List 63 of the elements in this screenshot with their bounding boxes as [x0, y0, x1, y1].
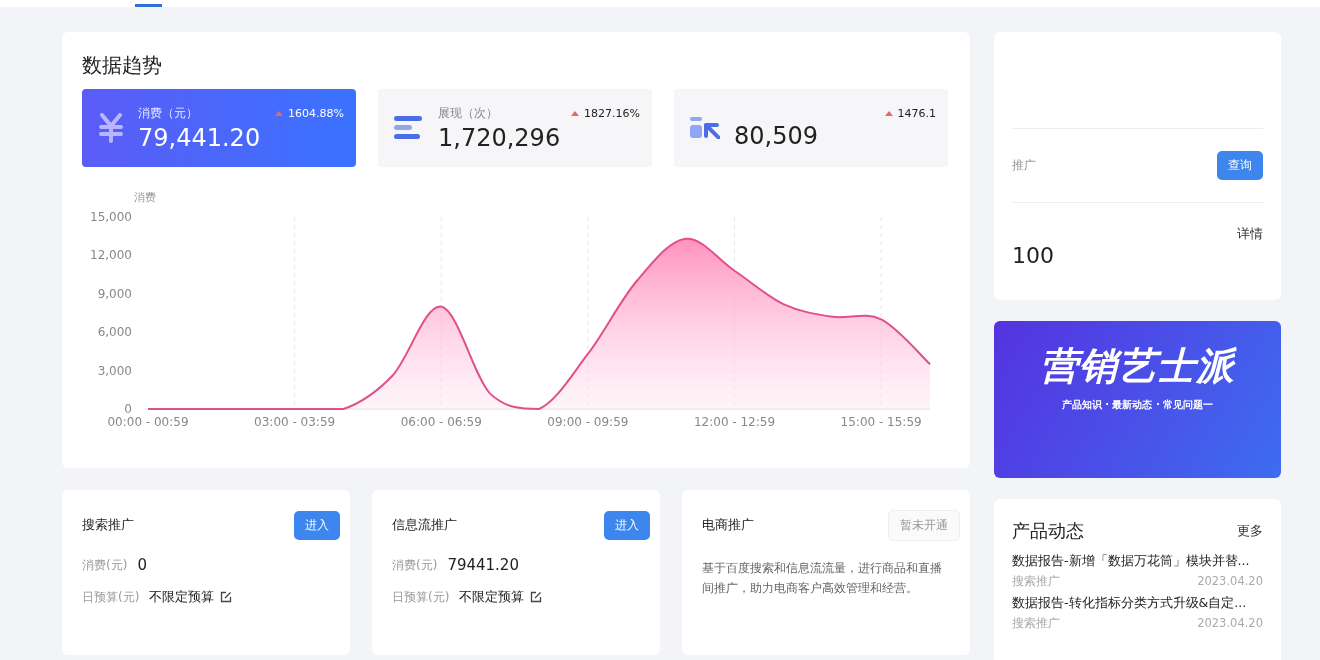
- news-tag: 搜索推广: [1012, 616, 1060, 631]
- enter-button[interactable]: 进入: [294, 510, 340, 540]
- more-link[interactable]: 更多: [1237, 522, 1263, 540]
- cursor-icon: [690, 117, 720, 139]
- up-triangle-icon: [571, 111, 580, 116]
- metric-value: 1,720,296: [438, 123, 561, 152]
- product-title: 搜索推广: [82, 516, 134, 534]
- budget-value: 不限定预算: [149, 588, 215, 606]
- promotion-label: 推广: [1012, 157, 1036, 174]
- metric-label: 展现（次）: [438, 104, 499, 122]
- up-triangle-icon: [275, 111, 284, 116]
- product-title: 电商推广: [702, 516, 754, 534]
- y-tick-label: 3,000: [97, 363, 132, 378]
- news-tag: 搜索推广: [1012, 574, 1060, 589]
- product-description: 基于百度搜索和信息流流量，进行商品和直播间推广，助力电商客户高效管理和经营。: [702, 560, 943, 597]
- account-value: 100: [1012, 243, 1055, 268]
- up-triangle-icon: [884, 111, 893, 116]
- spend-label: 消费(元): [392, 556, 438, 574]
- budget-label: 日预算(元): [392, 588, 450, 606]
- promo-banner[interactable]: 营销艺士派 产品知识 · 最新动态 · 常见问题一: [994, 321, 1281, 478]
- x-tick-label: 12:00 - 12:59: [693, 415, 776, 429]
- x-tick-label: 15:00 - 15:59: [840, 415, 922, 429]
- y-tick-label: 0: [124, 402, 132, 416]
- list-icon: [394, 115, 424, 141]
- budget-value: 不限定预算: [459, 588, 525, 606]
- edit-icon[interactable]: [530, 591, 543, 603]
- news-title: 产品动态: [1012, 519, 1084, 543]
- metric-change: 1827.16%: [584, 107, 640, 120]
- section-title: 数据趋势: [82, 52, 163, 79]
- news-date: 2023.04.20: [1197, 616, 1263, 631]
- banner-subtitle: 产品知识 · 最新动态 · 常见问题一: [1061, 398, 1214, 412]
- tab-indicator: [135, 4, 162, 7]
- spend-label: 消费(元): [82, 556, 128, 574]
- edit-icon[interactable]: [220, 591, 233, 603]
- y-tick-label: 6,000: [97, 325, 132, 340]
- metric-change: 1476.1: [897, 107, 936, 120]
- metric-label: 消费（元）: [138, 104, 199, 122]
- y-tick-label: 9,000: [97, 286, 132, 301]
- budget-label: 日预算(元): [82, 588, 140, 606]
- x-tick-label: 00:00 - 00:59: [107, 415, 189, 429]
- metric-change: 1604.88%: [288, 107, 344, 120]
- metric-value: 79,441.20: [138, 123, 261, 152]
- metric-value: 80,509: [734, 122, 818, 150]
- query-button[interactable]: 查询: [1217, 151, 1263, 180]
- metric-card[interactable]: 展现（次） 1,720,296 1827.16%: [378, 89, 652, 167]
- yuan-icon: [98, 113, 124, 143]
- news-item-title[interactable]: 数据报告-新增「数据万花筒」模块并替...: [1012, 553, 1263, 570]
- y-tick-label: 15,000: [90, 210, 132, 224]
- x-tick-label: 03:00 - 03:59: [254, 415, 336, 429]
- metric-card[interactable]: 消费（元） 79,441.20 1604.88%: [82, 89, 356, 167]
- spend-value: 79441.20: [447, 556, 519, 574]
- spend-value: 0: [137, 556, 147, 574]
- y-axis-title: 消费: [134, 191, 156, 204]
- metric-card[interactable]: 80,509 1476.1: [674, 89, 948, 167]
- product-title: 信息流推广: [392, 516, 457, 534]
- banner-title: 营销艺士派: [1040, 343, 1235, 390]
- details-link[interactable]: 详情: [1237, 225, 1263, 243]
- x-tick-label: 09:00 - 09:59: [547, 415, 629, 429]
- y-tick-label: 12,000: [90, 248, 132, 263]
- news-item-title[interactable]: 数据报告-转化指标分类方式升级&自定...: [1012, 595, 1263, 612]
- x-tick-label: 06:00 - 06:59: [400, 415, 482, 429]
- enter-button[interactable]: 进入: [604, 510, 650, 540]
- news-date: 2023.04.20: [1197, 574, 1263, 589]
